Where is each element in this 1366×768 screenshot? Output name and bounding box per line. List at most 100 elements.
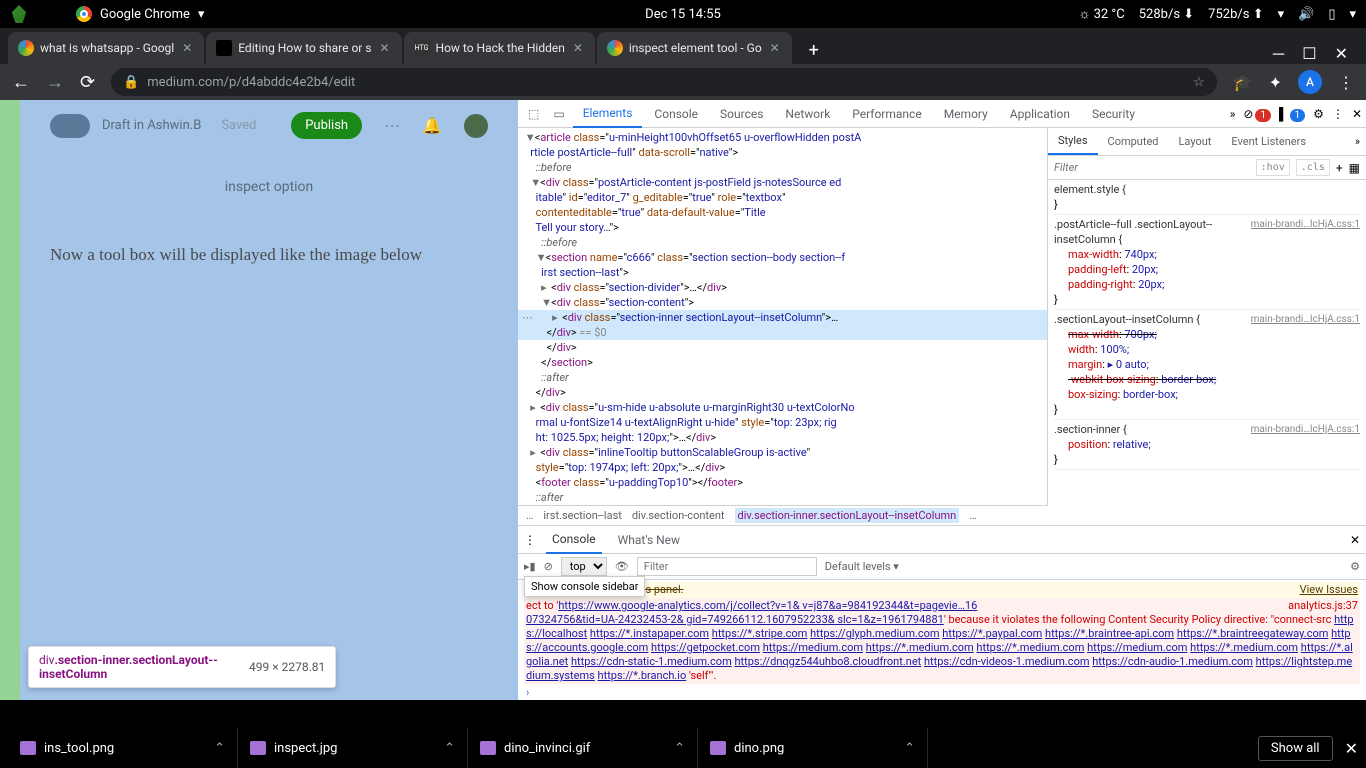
tab-memory[interactable]: Memory [934, 101, 998, 127]
grad-cap-icon[interactable]: 🎓 [1233, 73, 1253, 92]
draft-label[interactable]: Draft in Ashwin.B [102, 118, 201, 133]
console-prompt[interactable]: › [524, 684, 1360, 700]
eye-icon[interactable]: 👁 [615, 560, 629, 573]
tab-title: inspect element tool - Go [629, 41, 762, 55]
download-item[interactable]: dino_invinci.gif ⌃ [468, 728, 698, 768]
more-tabs-icon[interactable]: » [1230, 107, 1236, 121]
whatsnew-tab[interactable]: What's New [612, 527, 686, 553]
devtools-menu-icon[interactable]: ⋮ [1332, 107, 1344, 121]
console-tab[interactable]: Console [546, 526, 602, 554]
bc-item[interactable]: … [969, 509, 976, 522]
styles-tab-events[interactable]: Event Listeners [1221, 129, 1316, 154]
star-icon[interactable]: ☆ [1193, 75, 1205, 90]
browser-tab[interactable]: inspect element tool - Go ✕ [597, 32, 792, 64]
sidebar-tooltip: Show console sidebar [524, 576, 645, 597]
bc-item[interactable]: … [526, 509, 533, 522]
styles-tab-layout[interactable]: Layout [1169, 129, 1222, 154]
new-tab-button[interactable]: + [800, 36, 828, 64]
chevron-up-icon[interactable]: ⌃ [674, 741, 685, 756]
image-file-icon [250, 741, 266, 755]
console-sidebar-toggle[interactable]: ▸▮ [524, 560, 536, 573]
styles-filter-input[interactable] [1054, 161, 1250, 174]
wifi-icon[interactable]: ▾ [1278, 7, 1285, 22]
tab-sources[interactable]: Sources [710, 101, 773, 127]
devtools-close-icon[interactable]: ✕ [1352, 107, 1362, 121]
show-all-button[interactable]: Show all [1258, 736, 1333, 761]
download-item[interactable]: ins_tool.png ⌃ [8, 728, 238, 768]
console-settings-icon[interactable]: ⚙ [1350, 560, 1360, 573]
hov-toggle[interactable]: :hov [1256, 159, 1290, 176]
bc-item[interactable]: div.section-content [632, 509, 725, 522]
weather[interactable]: ☼ 32 °C [1078, 6, 1124, 22]
volume-icon[interactable]: 🔊 [1298, 7, 1314, 22]
tab-elements[interactable]: Elements [573, 100, 643, 128]
box-model-icon[interactable]: ▦ [1349, 161, 1360, 175]
error-badge[interactable]: ⊘1 [1243, 107, 1271, 121]
publish-button[interactable]: Publish [291, 112, 362, 139]
back-button[interactable]: ← [12, 72, 30, 93]
reload-button[interactable]: ⟳ [80, 72, 95, 93]
cls-toggle[interactable]: .cls [1296, 159, 1330, 176]
settings-icon[interactable]: ⚙ [1313, 107, 1324, 121]
medium-logo-icon[interactable] [50, 114, 90, 138]
bc-item[interactable]: irst.section--last [543, 509, 621, 522]
medium-header: Draft in Ashwin.B Saved Publish ⋯ 🔔 [50, 112, 488, 139]
chevron-up-icon[interactable]: ⌃ [444, 741, 455, 756]
device-toolbar-icon[interactable]: ▭ [547, 107, 570, 121]
browser-tab[interactable]: HTG How to Hack the Hidden ✕ [404, 32, 595, 64]
context-select[interactable]: top [561, 557, 607, 576]
dom-tree[interactable]: ▼<article class="u-minHeight100vhOffset6… [518, 128, 1048, 505]
maximize-button[interactable]: ☐ [1302, 44, 1316, 64]
tab-console[interactable]: Console [644, 101, 708, 127]
issues-badge[interactable]: ▌1 [1279, 107, 1305, 121]
tab-application[interactable]: Application [1000, 101, 1080, 127]
more-icon[interactable]: » [1355, 135, 1366, 148]
close-window-button[interactable]: ✕ [1335, 44, 1348, 64]
download-item[interactable]: dino.png ⌃ [698, 728, 928, 768]
download-name: dino_invinci.gif [504, 741, 590, 756]
close-icon[interactable]: ✕ [571, 41, 585, 55]
console-menu-icon[interactable]: ⋮ [524, 533, 536, 547]
menu-icon[interactable]: ⋮ [1338, 73, 1354, 92]
download-item[interactable]: inspect.jpg ⌃ [238, 728, 468, 768]
app-name[interactable]: Google Chrome [100, 7, 190, 22]
inspect-element-icon[interactable]: ⬚ [522, 107, 545, 121]
close-icon[interactable]: ✕ [378, 41, 392, 55]
article-paragraph[interactable]: Now a tool box will be displayed like th… [50, 245, 488, 265]
extensions-icon[interactable]: ✦ [1269, 73, 1282, 92]
chevron-up-icon[interactable]: ⌃ [214, 741, 225, 756]
bell-icon[interactable]: 🔔 [422, 116, 442, 135]
forward-button[interactable]: → [46, 72, 64, 93]
console-filter-input[interactable] [637, 557, 817, 576]
tooltip-selector: div.section-inner.sectionLayout--insetCo… [39, 653, 219, 681]
tab-security[interactable]: Security [1082, 101, 1145, 127]
avatar-icon[interactable] [464, 114, 488, 138]
tab-network[interactable]: Network [775, 101, 840, 127]
tab-performance[interactable]: Performance [842, 101, 931, 127]
close-bar-icon[interactable]: ✕ [1345, 739, 1358, 758]
clear-console-icon[interactable]: ⊘ [544, 560, 553, 573]
levels-select[interactable]: Default levels ▾ [825, 560, 899, 573]
browser-tab[interactable]: Editing How to share or s ✕ [206, 32, 401, 64]
chrome-app-icon[interactable] [76, 6, 92, 22]
activities-icon[interactable] [10, 5, 28, 23]
bc-item[interactable]: div.section-inner.sectionLayout--insetCo… [735, 508, 960, 523]
chevron-down-icon: ▾ [198, 7, 205, 22]
add-rule-icon[interactable]: + [1336, 161, 1343, 175]
sysmenu-chevron-icon[interactable]: ▾ [1349, 7, 1356, 22]
battery-icon[interactable]: ▯ [1328, 7, 1335, 22]
download-bar: ins_tool.png ⌃ inspect.jpg ⌃ dino_invinc… [0, 728, 1366, 768]
url-input[interactable]: 🔒 medium.com/p/d4abddc4e2b4/edit ☆ [111, 68, 1217, 96]
more-icon[interactable]: ⋯ [384, 116, 400, 135]
minimize-button[interactable]: ─ [1273, 44, 1284, 64]
profile-avatar[interactable]: A [1298, 70, 1322, 94]
close-icon[interactable]: ✕ [180, 41, 194, 55]
clock[interactable]: Dec 15 14:55 [645, 7, 721, 22]
styles-tab-computed[interactable]: Computed [1098, 129, 1169, 154]
dom-breadcrumb[interactable]: … irst.section--last div.section-content… [518, 505, 1048, 525]
styles-tab-styles[interactable]: Styles [1048, 128, 1098, 155]
console-close-icon[interactable]: ✕ [1350, 533, 1360, 547]
chevron-up-icon[interactable]: ⌃ [904, 741, 915, 756]
browser-tab[interactable]: what is whatsapp - Googl ✕ [8, 32, 204, 64]
close-icon[interactable]: ✕ [768, 41, 782, 55]
